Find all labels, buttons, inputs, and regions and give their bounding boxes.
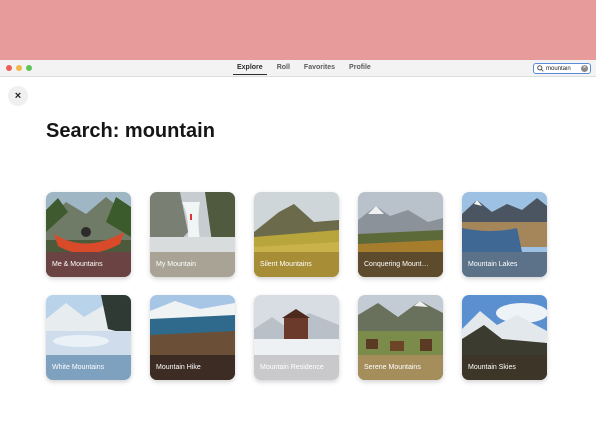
result-label: Mountain Skies [462,355,547,380]
search-field[interactable]: × [533,63,591,74]
result-label: White Mountains [46,355,131,380]
result-label: Me & Mountains [46,252,131,277]
result-card-mountain-residence[interactable]: Mountain Residence [254,295,339,380]
result-card-silent-mountains[interactable]: Silent Mountains [254,192,339,277]
title-bar: Explore Roll Favorites Profile × [0,60,596,77]
tab-favorites[interactable]: Favorites [297,60,342,77]
result-card-mountain-hike[interactable]: Mountain Hike [150,295,235,380]
result-label: Mountain Lakes [462,252,547,277]
result-card-me-and-mountains[interactable]: Me & Mountains [46,192,131,277]
window-maximize-button[interactable] [26,65,32,71]
result-card-my-mountain[interactable]: My Mountain [150,192,235,277]
result-label: My Mountain [150,252,235,277]
tab-roll[interactable]: Roll [270,60,297,77]
result-card-serene-mountains[interactable]: Serene Mountains [358,295,443,380]
result-label: Mountain Residence [254,355,339,380]
result-card-mountain-lakes[interactable]: Mountain Lakes [462,192,547,277]
tab-explore[interactable]: Explore [230,60,270,77]
window-close-button[interactable] [6,65,12,71]
result-label: Serene Mountains [358,355,443,380]
page-title: Search: mountain [46,120,215,142]
result-label: Mountain Hike [150,355,235,380]
search-icon [536,64,544,73]
tab-profile[interactable]: Profile [342,60,378,77]
close-button[interactable]: × [8,86,28,106]
results-grid: Me & Mountains My Mountain Silent Mounta… [46,192,550,380]
result-label: Silent Mountains [254,252,339,277]
window-minimize-button[interactable] [16,65,22,71]
result-card-white-mountains[interactable]: White Mountains [46,295,131,380]
result-label: Conquering Mount… [358,252,443,277]
close-icon: × [14,90,22,102]
nav-tabs: Explore Roll Favorites Profile [230,60,378,77]
result-card-mountain-skies[interactable]: Mountain Skies [462,295,547,380]
result-card-conquering-mountains[interactable]: Conquering Mount… [358,192,443,277]
search-input[interactable] [544,64,586,73]
clear-search-icon[interactable]: × [581,65,588,72]
